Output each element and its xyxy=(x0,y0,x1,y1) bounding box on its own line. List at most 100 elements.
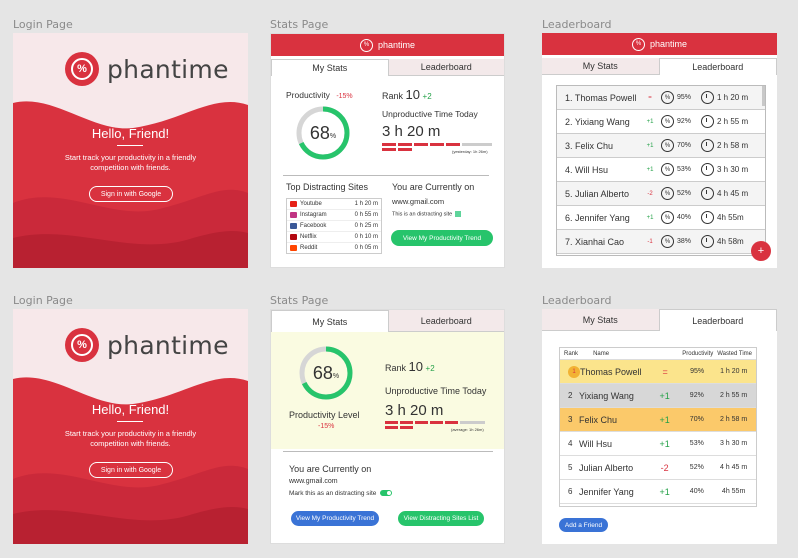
rank-change: +1 xyxy=(659,414,670,425)
productivity-percent: 40% xyxy=(677,214,692,221)
table-row[interactable]: 5 Julian Alberto -2 52% 4 h 45 m xyxy=(560,456,756,480)
leaderboard-row[interactable]: 4. Will Hsu +1% 53% 3 h 30 m xyxy=(557,158,765,182)
add-friend-icon[interactable]: + xyxy=(751,241,771,261)
unproductive-value: 3 h 20 m xyxy=(385,402,444,419)
list-item[interactable]: Youtube 1 h 20 m xyxy=(287,199,381,210)
artboard-label-stats: Stats Page xyxy=(270,294,329,307)
player-name: 1. Thomas Powell xyxy=(565,92,637,103)
table-row[interactable]: 4 Will Hsu +1 53% 3 h 30 m xyxy=(560,432,756,456)
rank-value: 10 xyxy=(408,359,423,374)
brand-name: phantime xyxy=(107,330,229,360)
clock-icon xyxy=(701,163,714,176)
table-row[interactable]: 1 Thomas Powell = 95% 1 h 20 m xyxy=(560,360,756,384)
medal-icon: 1 xyxy=(568,365,580,378)
distracting-sites-list[interactable]: Youtube 1 h 20 m Instagram 0 h 55 m Facebook… xyxy=(286,198,382,254)
table-row[interactable]: 3 Felix Chu +1 70% 2 h 58 m xyxy=(560,408,756,432)
greeting: Hello, Friend! xyxy=(91,402,170,417)
leaderboard-row[interactable]: 7. Xianhai Cao -1% 38% 4h 58m xyxy=(557,230,765,254)
wasted-time: 4 h 45 m xyxy=(719,464,748,471)
productivity-percent: 52% xyxy=(677,190,692,197)
leaderboard-row[interactable]: 2. Yixiang Wang +1% 92% 2 h 55 m xyxy=(557,110,765,134)
productivity-percent: 95% xyxy=(690,368,705,375)
leaderboard-row[interactable]: 6. Jennifer Yang +1% 40% 4h 55m xyxy=(557,206,765,230)
list-item[interactable]: Reddit 0 h 05 m xyxy=(287,243,381,253)
tab-my-stats[interactable]: My Stats xyxy=(271,310,389,332)
percent-icon: % xyxy=(661,163,674,176)
rank-change: +1 xyxy=(659,390,670,401)
player-name: 3. Felix Chu xyxy=(565,140,614,151)
productivity-label: Productivity -15% xyxy=(286,90,353,100)
view-productivity-trend-button[interactable]: View My Productivity Trend xyxy=(391,230,493,246)
clock-icon xyxy=(701,235,714,248)
clock-icon xyxy=(701,139,714,152)
player-name: Will Hsu xyxy=(579,438,613,449)
current-title: You are Currently on xyxy=(392,182,475,192)
check-icon[interactable] xyxy=(455,211,462,217)
productivity-percent: 38% xyxy=(677,238,692,245)
view-productivity-trend-button[interactable]: View My Productivity Trend xyxy=(291,511,379,526)
clock-icon xyxy=(701,211,714,224)
distracting-toggle[interactable] xyxy=(380,490,393,497)
productivity-value: 68% xyxy=(312,362,340,383)
brand-name: phantime xyxy=(107,54,229,84)
leaderboard-row[interactable]: 1. Thomas Powell =% 95% 1 h 20 m xyxy=(557,86,765,110)
rank-change: +1 xyxy=(646,166,654,173)
site-icon xyxy=(290,201,297,207)
view-distracting-sites-button[interactable]: View Distracting Sites List xyxy=(398,511,484,526)
rank-change: +2 xyxy=(422,92,432,101)
player-name: Jennifer Yang xyxy=(579,486,634,497)
percent-icon: % xyxy=(661,211,674,224)
site-name: Instagram xyxy=(300,212,327,218)
tab-leaderboard[interactable]: Leaderboard xyxy=(658,309,777,331)
site-time: 0 h 25 m xyxy=(354,223,378,229)
sign-in-google-button[interactable]: Sign in with Google xyxy=(89,462,173,478)
wasted-time: 4 h 45 m xyxy=(717,189,749,198)
wasted-time: 2 h 58 m xyxy=(717,141,749,150)
brand-name: phantime xyxy=(377,40,416,50)
scrollbar[interactable] xyxy=(762,86,765,106)
leaderboard-row[interactable]: 5. Julian Alberto -2% 52% 4 h 45 m xyxy=(557,182,765,206)
percent-icon: % xyxy=(661,139,674,152)
leaderboard-row[interactable]: 3. Felix Chu +1% 70% 2 h 58 m xyxy=(557,134,765,158)
artboard-label-login: Login Page xyxy=(13,294,73,307)
rank-cell: 2 xyxy=(568,391,573,400)
wasted-time: 2 h 55 m xyxy=(719,392,748,399)
brand-name: phantime xyxy=(649,39,688,49)
tagline: Start track your productivity in a frien… xyxy=(64,153,197,172)
productivity-percent: 52% xyxy=(689,464,704,471)
list-item[interactable]: Facebook 0 h 25 m xyxy=(287,221,381,232)
tab-bar: My Stats Leaderboard xyxy=(271,310,504,332)
artboard-label-leaderboard: Leaderboard xyxy=(542,18,612,31)
player-name: 7. Xianhai Cao xyxy=(565,236,625,247)
leaderboard-table[interactable]: Rank Name Productivity Wasted Time 1 Thom… xyxy=(559,347,757,507)
wasted-time: 4h 55m xyxy=(717,213,744,222)
rank-change: +2 xyxy=(425,364,435,373)
wasted-time: 4h 55m xyxy=(721,488,746,495)
table-row[interactable]: 6 Jennifer Yang +1 40% 4h 55m xyxy=(560,480,756,504)
productivity-change: -15% xyxy=(336,93,353,100)
table-row[interactable]: 2 Yixiang Wang +1 92% 2 h 55 m xyxy=(560,384,756,408)
leaderboard-list[interactable]: 1. Thomas Powell =% 95% 1 h 20 m 2. Yixiang … xyxy=(556,85,766,256)
rank-cell: 1 xyxy=(564,365,580,378)
tab-my-stats[interactable]: My Stats xyxy=(542,58,659,75)
sign-in-google-button[interactable]: Sign in with Google xyxy=(89,186,173,202)
tab-leaderboard[interactable]: Leaderboard xyxy=(388,310,504,332)
tab-leaderboard[interactable]: Leaderboard xyxy=(658,58,777,75)
list-item[interactable]: Instagram 0 h 55 m xyxy=(287,210,381,221)
site-name: Reddit xyxy=(300,245,318,251)
add-friend-button[interactable]: Add a Friend xyxy=(559,518,608,532)
player-name: 4. Will Hsu xyxy=(565,164,609,175)
tab-my-stats[interactable]: My Stats xyxy=(271,59,389,76)
list-item[interactable]: Netflix 0 h 10 m xyxy=(287,232,381,243)
rank-change: +1 xyxy=(659,438,670,449)
rank-change: -2 xyxy=(660,462,669,473)
rank-change: +1 xyxy=(646,214,654,221)
percent-icon: % xyxy=(661,235,674,248)
tab-my-stats[interactable]: My Stats xyxy=(542,309,659,331)
site-name: Facebook xyxy=(300,223,327,229)
top-bar: % phantime xyxy=(542,33,777,55)
tab-leaderboard[interactable]: Leaderboard xyxy=(388,59,504,76)
rank-change: +1 xyxy=(646,142,654,149)
clock-icon xyxy=(701,187,714,200)
wasted-time: 1 h 20 m xyxy=(720,368,748,375)
